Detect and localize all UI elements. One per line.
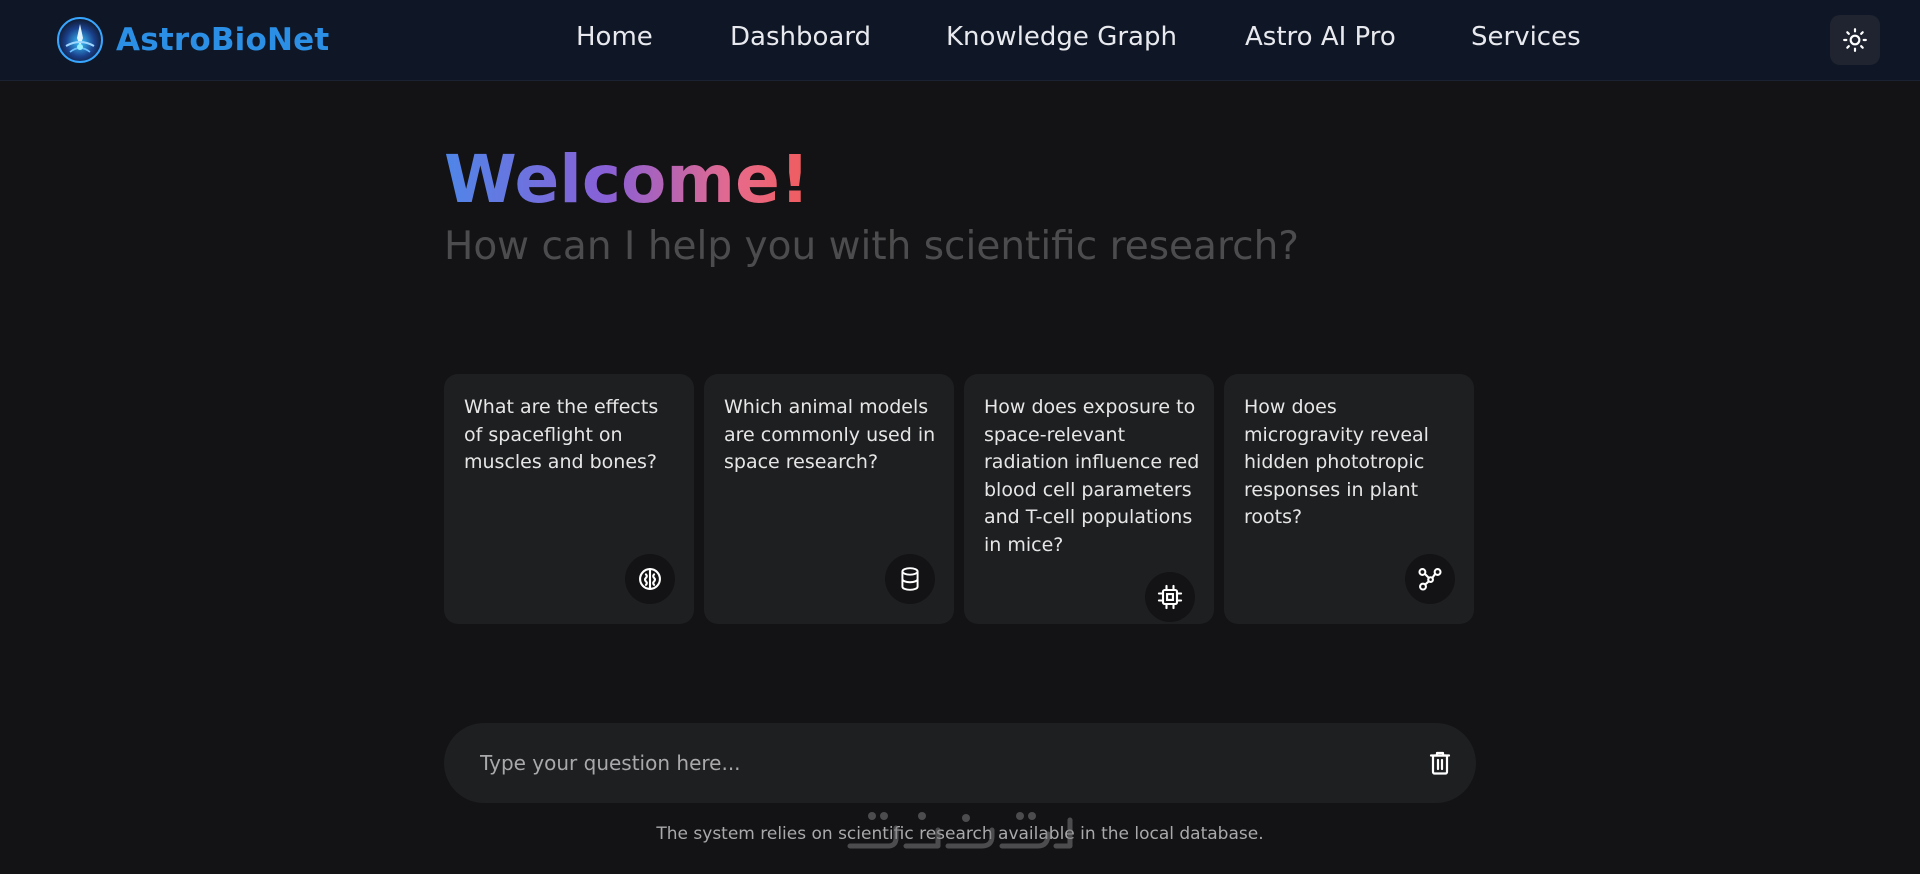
top-navbar: AstroBioNet Home Dashboard Knowledge Gra… (0, 0, 1920, 81)
nav-dashboard[interactable]: Dashboard (730, 22, 871, 52)
suggestion-card-animal-models[interactable]: Which animal models are commonly used in… (704, 374, 954, 624)
trash-icon (1429, 751, 1451, 775)
suggestion-card-muscles-bones[interactable]: What are the effects of spaceflight on m… (444, 374, 694, 624)
clear-chat-button[interactable] (1420, 743, 1460, 783)
disclaimer-text: The system relies on scientific research… (656, 824, 1264, 844)
nav-home[interactable]: Home (576, 22, 653, 52)
welcome-heading: Welcome! (444, 138, 810, 222)
theme-toggle-button[interactable] (1830, 15, 1880, 65)
main-nav: Home Dashboard Knowledge Graph Astro AI … (0, 0, 1920, 80)
suggestion-text: How does microgravity reveal hidden phot… (1244, 396, 1429, 528)
nav-astro-ai-pro[interactable]: Astro AI Pro (1245, 22, 1396, 52)
nav-services[interactable]: Services (1471, 22, 1581, 52)
graph-nodes-icon (1405, 554, 1455, 604)
database-icon (885, 554, 935, 604)
suggestion-text: What are the effects of spaceflight on m… (464, 396, 659, 473)
welcome-subtitle: How can I help you with scientific resea… (444, 224, 1299, 269)
suggestion-card-radiation[interactable]: How does exposure to space-relevant radi… (964, 374, 1214, 624)
brain-icon (625, 554, 675, 604)
prompt-bar (444, 723, 1476, 803)
suggestion-card-microgravity[interactable]: How does microgravity reveal hidden phot… (1224, 374, 1474, 624)
chip-icon (1145, 572, 1195, 622)
suggestion-text: How does exposure to space-relevant radi… (984, 396, 1200, 556)
suggestion-text: Which animal models are commonly used in… (724, 396, 936, 473)
nav-knowledge-graph[interactable]: Knowledge Graph (946, 22, 1177, 52)
question-input[interactable] (478, 723, 1358, 803)
sun-icon (1843, 28, 1867, 52)
suggestion-cards: What are the effects of spaceflight on m… (444, 374, 1476, 624)
